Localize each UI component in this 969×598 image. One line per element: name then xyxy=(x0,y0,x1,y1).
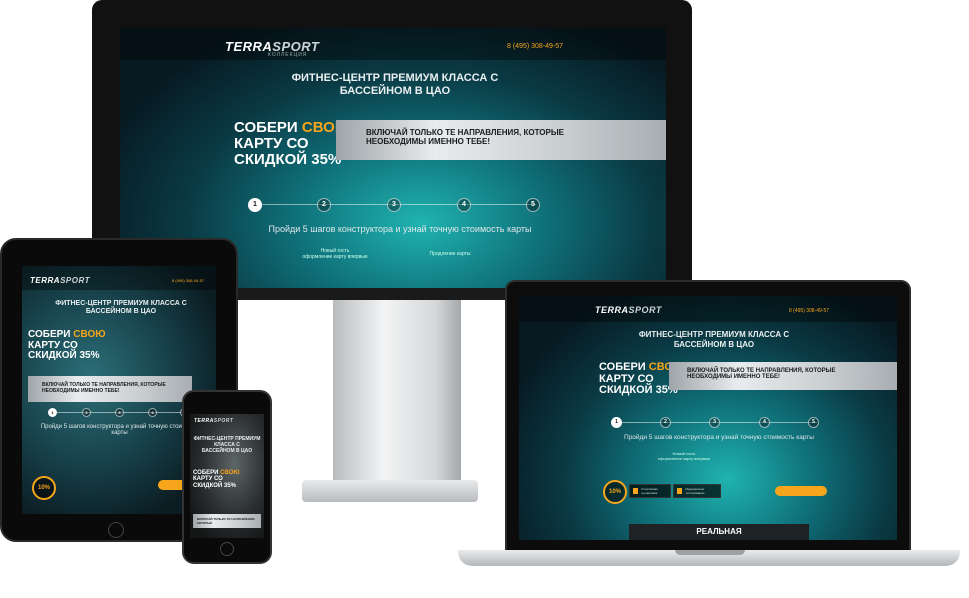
laptop-step-5[interactable]: 5 xyxy=(808,417,819,428)
tablet-collect-line3: СКИДКОЙ 35% xyxy=(28,350,100,361)
logo-sub-text: КОЛЛЕКЦИЯ xyxy=(268,52,308,58)
tablet-home-button[interactable] xyxy=(108,522,124,538)
phone-hero-line2: БАССЕЙНОМ В ЦАО xyxy=(201,448,253,454)
tablet-collect-line1: СОБЕРИ xyxy=(28,329,71,340)
laptop-lid: TERRASPORT 8 (495) 308-49-57 ФИТНЕС-ЦЕНТ… xyxy=(505,280,911,552)
phone-home-button[interactable] xyxy=(220,542,234,556)
banner-line1: ВКЛЮЧАЙ ТОЛЬКО ТЕ НАПРАВЛЕНИЯ, КОТОРЫЕ xyxy=(366,128,565,137)
laptop-steps-text: Пройди 5 шагов конструктора и узнай точн… xyxy=(624,434,814,441)
laptop-step-3[interactable]: 3 xyxy=(709,417,720,428)
banner-line2: НЕОБХОДИМЫ ИМЕННО ТЕБЕ! xyxy=(366,137,491,146)
laptop-step-4[interactable]: 4 xyxy=(759,417,770,428)
tablet-logo[interactable]: TERRASPORT xyxy=(30,276,90,285)
phone-logo-accent: SPORT xyxy=(213,418,234,424)
laptop-step-2[interactable]: 2 xyxy=(660,417,671,428)
laptop-hero-line2: БАССЕЙНОМ В ЦАО xyxy=(673,339,755,349)
step-5[interactable]: 5 xyxy=(526,198,540,212)
phone-device: TERRASPORT ФИТНЕС-ЦЕНТР ПРЕМИУМ КЛАССА С… xyxy=(182,390,272,564)
chip-medical-label: Медицинское тестирование xyxy=(685,487,705,495)
monitor-base xyxy=(302,480,478,502)
phone-logo[interactable]: TERRASPORT xyxy=(194,418,233,424)
collect-line3: СКИДКОЙ 35% xyxy=(234,150,342,168)
phone-collect-line1: СОБЕРИ xyxy=(193,470,219,476)
laptop-logo-accent: SPORT xyxy=(628,305,662,315)
tablet-step-1[interactable]: 1 xyxy=(48,408,57,417)
collect-line2: КАРТУ СО xyxy=(234,134,309,152)
laptop-cta-button[interactable] xyxy=(775,486,827,496)
laptop-banner-line2: НЕОБХОДИМЫ ИМЕННО ТЕБЕ! xyxy=(687,374,781,380)
laptop-section-title: РЕАЛЬНАЯ xyxy=(629,524,809,540)
logo-main-text: TERRA xyxy=(225,39,273,54)
tablet-collect-heading: СОБЕРИ СВОЮ КАРТУ СО СКИДКОЙ 35% xyxy=(28,329,106,362)
step-3[interactable]: 3 xyxy=(387,198,401,212)
monitor-neck xyxy=(333,300,461,480)
laptop-logo-main: TERRA xyxy=(595,305,629,315)
tablet-logo-accent: SPORT xyxy=(60,276,90,285)
phone-hero-line1: ФИТНЕС-ЦЕНТР ПРЕМИУМ КЛАССА С xyxy=(193,436,261,448)
tablet-hero-line2: БАССЕЙНОМ В ЦАО xyxy=(85,308,157,316)
step-2[interactable]: 2 xyxy=(317,198,331,212)
hero-title-line1: ФИТНЕС-ЦЕНТР ПРЕМИУМ КЛАССА С xyxy=(291,72,499,84)
laptop-step-1[interactable]: 1 xyxy=(611,417,622,428)
tablet-step-4[interactable]: 4 xyxy=(148,408,157,417)
desktop-hero-title: ФИТНЕС-ЦЕНТР ПРЕМИУМ КЛАССА С БАССЕЙНОМ … xyxy=(270,72,520,98)
tablet-hero-title: ФИТНЕС-ЦЕНТР ПРЕМИУМ КЛАССА С БАССЕЙНОМ … xyxy=(36,300,206,317)
desktop-banner: ВКЛЮЧАЙ ТОЛЬКО ТЕ НАПРАВЛЕНИЯ, КОТОРЫЕ Н… xyxy=(336,120,666,160)
laptop-banner: ВКЛЮЧАЙ ТОЛЬКО ТЕ НАПРАВЛЕНИЯ, КОТОРЫЕ Н… xyxy=(669,362,897,390)
laptop-label-new-guest-sub: оформление карту впервые xyxy=(657,456,711,461)
label-new-guest-sub: оформление карту впервые xyxy=(302,254,368,260)
tablet-steps-text: Пройди 5 шагов конструктора и узнай точн… xyxy=(40,424,199,436)
laptop-logo[interactable]: TERRASPORT xyxy=(595,305,662,315)
phone-screen: TERRASPORT ФИТНЕС-ЦЕНТР ПРЕМИУМ КЛАССА С… xyxy=(190,414,264,538)
tablet-banner: ВКЛЮЧАЙ ТОЛЬКО ТЕ НАПРАВЛЕНИЯ, КОТОРЫЕ Н… xyxy=(28,376,192,402)
phone-collect-heading: СОБЕРИ СВОЮ КАРТУ СО СКИДКОЙ 35% xyxy=(193,470,240,489)
tablet-step-2[interactable]: 2 xyxy=(82,408,91,417)
hero-title-line2: БАССЕЙНОМ В ЦАО xyxy=(339,85,451,98)
laptop-label-new-guest: Новый гость оформление карту впервые xyxy=(654,451,714,461)
laptop-screen: TERRASPORT 8 (495) 308-49-57 ФИТНЕС-ЦЕНТ… xyxy=(519,296,897,540)
collect-line1: СОБЕРИ xyxy=(234,119,298,136)
laptop-header xyxy=(519,296,897,322)
desktop-collect-heading: СОБЕРИ СВОЮ КАРТУ СО СКИДКОЙ 35% xyxy=(234,120,350,167)
step-4[interactable]: 4 xyxy=(457,198,471,212)
dumbbell-icon xyxy=(633,488,639,494)
desktop-phone[interactable]: 8 (495) 308-49-57 xyxy=(507,43,563,50)
phone-banner-line1: ВКЛЮЧАЙ ТОЛЬКО ТЕ НАПРАВЛЕНИЯ, КОТОРЫЕ xyxy=(197,517,256,525)
step-1[interactable]: 1 xyxy=(248,198,262,212)
laptop-phone[interactable]: 8 (495) 308-49-57 xyxy=(789,308,829,314)
tablet-logo-main: TERRA xyxy=(30,276,61,285)
laptop-discount-badge: 10% xyxy=(603,480,627,504)
tablet-step-3[interactable]: 3 xyxy=(115,408,124,417)
laptop-chip-medical[interactable]: Медицинское тестирование xyxy=(673,484,721,498)
laptop-hero-title: ФИТНЕС-ЦЕНТР ПРЕМИУМ КЛАССА С БАССЕЙНОМ … xyxy=(619,330,809,349)
tablet-phone[interactable]: 8 (495) 308-49-57 xyxy=(172,278,204,283)
laptop-chip-training[interactable]: Спортивная тренировка xyxy=(629,484,671,498)
desktop-label-new-guest: Новый гость оформление карту впервые xyxy=(300,248,370,260)
desktop-header xyxy=(120,28,666,60)
chip-training-label: Спортивная тренировка xyxy=(641,487,658,495)
phone-collect-highlight: СВОЮ xyxy=(220,470,240,476)
laptop-hero-line1: ФИТНЕС-ЦЕНТР ПРЕМИУМ КЛАССА С xyxy=(638,330,790,339)
tablet-discount-badge: 10% xyxy=(32,476,56,500)
phone-hero-title: ФИТНЕС-ЦЕНТР ПРЕМИУМ КЛАССА С БАССЕЙНОМ … xyxy=(192,436,262,454)
tablet-collect-highlight: СВОЮ xyxy=(73,329,106,340)
tablet-banner-line2: НЕОБХОДИМЫ ИМЕННО ТЕБЕ! xyxy=(42,388,120,394)
medical-icon xyxy=(677,488,683,494)
laptop-notch xyxy=(675,550,745,555)
phone-logo-main: TERRA xyxy=(194,418,214,424)
desktop-steps-text: Пройди 5 шагов конструктора и узнай точн… xyxy=(268,224,532,234)
laptop-collect-line1: СОБЕРИ xyxy=(599,361,646,373)
phone-banner: ВКЛЮЧАЙ ТОЛЬКО ТЕ НАПРАВЛЕНИЯ, КОТОРЫЕ xyxy=(193,514,261,528)
desktop-label-renewal: Продление карты xyxy=(429,251,471,257)
phone-collect-line3: СКИДКОЙ 35% xyxy=(193,482,236,489)
